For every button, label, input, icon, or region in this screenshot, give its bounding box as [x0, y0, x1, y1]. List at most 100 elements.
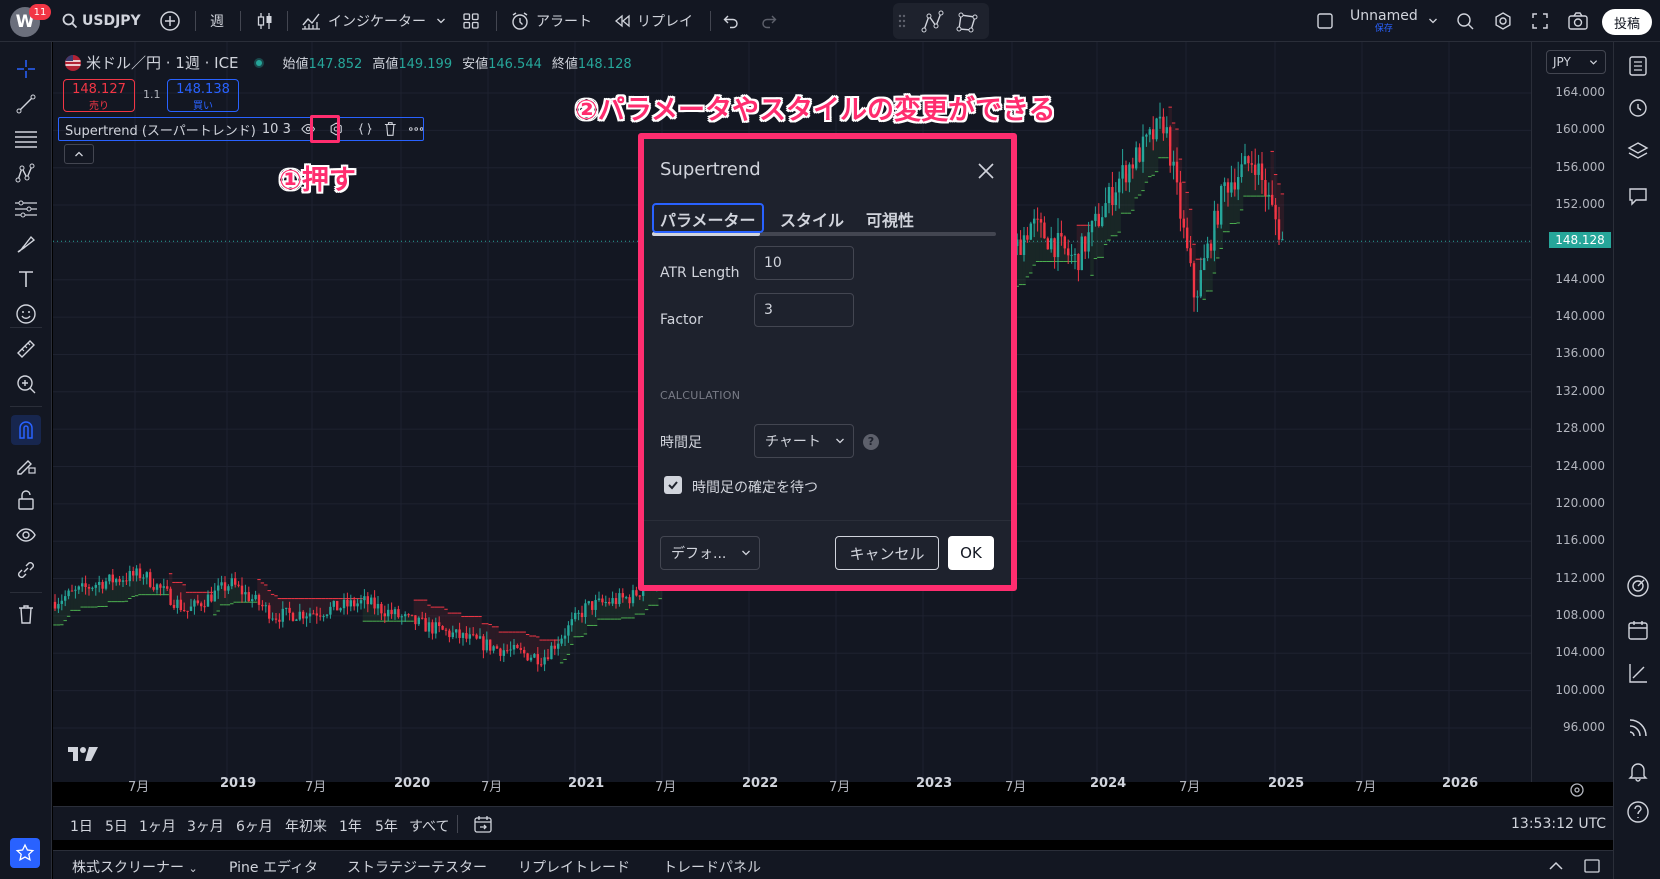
- redo-button[interactable]: [760, 0, 778, 42]
- fib-tool[interactable]: [11, 124, 41, 154]
- ideas-button[interactable]: [1624, 659, 1652, 687]
- object-tree-button[interactable]: [1624, 137, 1652, 165]
- range-1m[interactable]: 1ヶ月: [139, 816, 176, 836]
- hide-drawings-tool[interactable]: [11, 520, 41, 550]
- defaults-dropdown[interactable]: デフォ...: [660, 536, 760, 570]
- chart-type-button[interactable]: [255, 0, 275, 42]
- buy-button[interactable]: 148.138 買い: [167, 79, 239, 112]
- indicators-button[interactable]: インジケーター: [300, 0, 446, 42]
- quick-search-button[interactable]: [1455, 0, 1475, 42]
- more-icon[interactable]: [408, 126, 423, 132]
- atr-length-input[interactable]: [754, 246, 854, 280]
- candle-body: [1039, 219, 1043, 223]
- lock-drawings-tool[interactable]: [11, 450, 41, 480]
- range-1y[interactable]: 1年: [339, 816, 362, 836]
- timeframe-select[interactable]: チャート: [754, 424, 854, 458]
- tab-visibility[interactable]: 可視性: [866, 207, 914, 231]
- tab-stock-screener[interactable]: 株式スクリーナー ⌄: [72, 857, 198, 877]
- drag-handle-icon[interactable]: [897, 14, 907, 28]
- sync-drawings-tool[interactable]: [11, 555, 41, 585]
- brush-tool[interactable]: [11, 229, 41, 259]
- streams-button[interactable]: [1624, 714, 1652, 742]
- screenshot-button[interactable]: [1567, 0, 1589, 42]
- factor-input[interactable]: [754, 293, 854, 327]
- undo-button[interactable]: [722, 0, 740, 42]
- hotlists-button[interactable]: [1624, 572, 1652, 600]
- forecast-tool[interactable]: [11, 194, 41, 224]
- lock-tool[interactable]: [11, 485, 41, 515]
- replay-button[interactable]: リプレイ: [614, 0, 693, 42]
- layout-button[interactable]: Unnamed 保存: [1316, 0, 1438, 42]
- trendline-tool[interactable]: [11, 89, 41, 119]
- range-ytd[interactable]: 年初来: [285, 816, 327, 836]
- ohlc-low: 安値146.544: [462, 53, 542, 72]
- range-6m[interactable]: 6ヶ月: [236, 816, 273, 836]
- symbol-legend[interactable]: 米ドル／円 · 1週 · ICE 始値147.852 高値149.199 安値1…: [64, 52, 632, 73]
- calendar-button[interactable]: [1624, 616, 1652, 644]
- collapse-legend-button[interactable]: [64, 144, 94, 164]
- tab-style[interactable]: スタイル: [780, 207, 844, 231]
- supertrend-fill: [185, 592, 190, 611]
- currency-selector[interactable]: JPY: [1546, 50, 1606, 74]
- source-code-icon[interactable]: [358, 121, 372, 137]
- range-5y[interactable]: 5年: [375, 816, 398, 836]
- crosshair-tool[interactable]: [11, 54, 41, 84]
- cancel-button[interactable]: キャンセル: [835, 536, 939, 570]
- price-axis[interactable]: 164.000160.000156.000152.000148.000144.0…: [1531, 42, 1613, 782]
- chevron-up-icon[interactable]: [1548, 860, 1564, 872]
- zoom-tool[interactable]: [11, 369, 41, 399]
- compare-button[interactable]: [159, 0, 181, 42]
- utc-clock[interactable]: 13:53:12 UTC: [1511, 816, 1606, 832]
- tab-replay-trade[interactable]: リプレイトレード: [518, 857, 630, 877]
- magnet-tool[interactable]: [11, 415, 41, 445]
- replay-label: リプレイ: [637, 14, 693, 30]
- settings-button[interactable]: [1493, 0, 1513, 42]
- range-5d[interactable]: 5日: [105, 816, 128, 836]
- close-button[interactable]: [974, 159, 998, 183]
- candle-body: [81, 583, 84, 587]
- time-axis[interactable]: 7月 2019 7月 2020 7月 2021 7月 2022 7月 2023 7月 2024 7月 20…: [53, 772, 1531, 795]
- help-button[interactable]: [1624, 798, 1652, 826]
- alert-button[interactable]: アラート: [510, 0, 592, 42]
- tab-trading-panel[interactable]: トレードパネル: [663, 857, 761, 877]
- tab-parameters[interactable]: パラメーター: [660, 207, 756, 231]
- sell-button[interactable]: 148.127 売り: [63, 79, 135, 112]
- tradingview-logo-icon[interactable]: [67, 745, 99, 763]
- help-icon[interactable]: ?: [863, 434, 879, 450]
- chat-button[interactable]: [1624, 182, 1652, 210]
- candle-body: [1084, 236, 1087, 252]
- post-button[interactable]: 投稿: [1602, 9, 1652, 35]
- price-tick-label: 128.000: [1555, 421, 1605, 436]
- polygon-tool-icon[interactable]: [955, 10, 979, 34]
- goto-date-icon[interactable]: [473, 814, 493, 834]
- fullscreen-button[interactable]: [1531, 0, 1549, 42]
- favorites-button[interactable]: [10, 838, 40, 868]
- wait-confirm-checkbox[interactable]: [664, 476, 682, 494]
- axis-settings-icon[interactable]: [1569, 782, 1585, 798]
- emoji-tool[interactable]: [11, 299, 41, 329]
- alerts-panel-button[interactable]: [1624, 93, 1652, 121]
- watchlist-button[interactable]: [1624, 52, 1652, 80]
- symbol-search[interactable]: USDJPY: [62, 0, 141, 42]
- currency-label: JPY: [1553, 55, 1571, 69]
- maximize-panel-icon[interactable]: [1583, 858, 1601, 874]
- ok-button[interactable]: OK: [948, 536, 994, 570]
- layouts-button[interactable]: [462, 0, 480, 42]
- wait-confirm-label[interactable]: 時間足の確定を待つ: [692, 477, 818, 497]
- tab-pine-editor[interactable]: Pine エディタ: [229, 857, 318, 877]
- pattern-tool[interactable]: [11, 159, 41, 189]
- remove-drawings-tool[interactable]: [11, 599, 41, 629]
- interval-button[interactable]: 週: [210, 0, 224, 42]
- candle-body: [261, 604, 264, 607]
- text-tool[interactable]: [11, 264, 41, 294]
- range-3m[interactable]: 3ヶ月: [187, 816, 224, 836]
- indicator-legend-row[interactable]: Supertrend (スーパートレンド) 10 3: [58, 117, 424, 141]
- candle-body: [329, 606, 332, 615]
- measure-tool[interactable]: [11, 334, 41, 364]
- notifications-button[interactable]: [1624, 757, 1652, 785]
- range-all[interactable]: すべて: [409, 816, 449, 836]
- tab-strategy-tester[interactable]: ストラテジーテスター: [347, 857, 487, 877]
- pattern-tool-icon[interactable]: [921, 10, 945, 34]
- trash-icon[interactable]: [384, 121, 397, 137]
- range-1d[interactable]: 1日: [70, 816, 93, 836]
